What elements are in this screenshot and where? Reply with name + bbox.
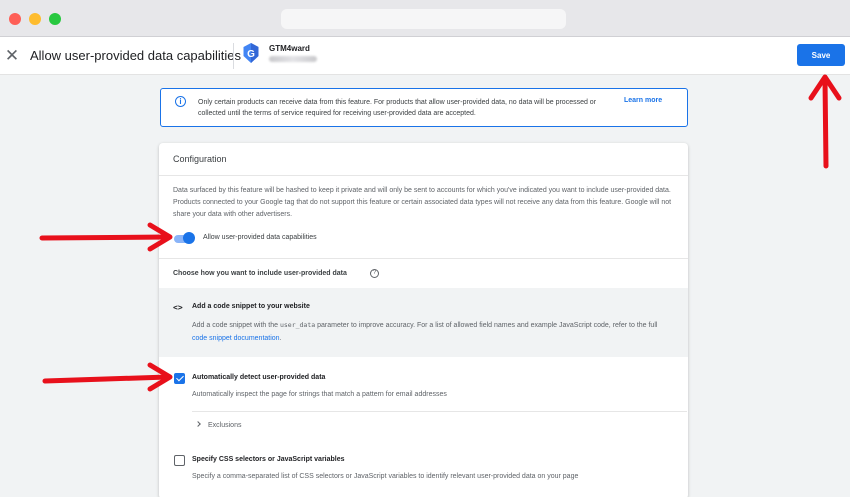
page-title: Allow user-provided data capabilities <box>30 48 242 63</box>
css-selectors-description: Specify a comma-separated list of CSS se… <box>192 473 579 480</box>
header-divider <box>233 43 234 69</box>
window-titlebar <box>0 0 850 37</box>
info-banner: i Only certain products can receive data… <box>160 88 688 127</box>
code-snippet-title: Add a code snippet to your website <box>192 303 310 310</box>
account-name: GTM4ward <box>269 44 310 53</box>
save-button[interactable]: Save <box>797 44 845 66</box>
snippet-desc-text: . <box>279 335 282 342</box>
chevron-right-icon <box>195 421 201 427</box>
help-icon[interactable]: ? <box>370 269 379 278</box>
snippet-desc-text: Add a code snippet with the <box>192 322 280 329</box>
configuration-description: Data surfaced by this feature will be ha… <box>173 187 672 218</box>
close-window-button[interactable] <box>9 13 21 25</box>
auto-detect-checkbox[interactable] <box>174 373 185 384</box>
card-title: Configuration <box>173 154 227 164</box>
info-icon: i <box>175 96 186 107</box>
main-content: i Only certain products can receive data… <box>0 75 850 497</box>
svg-text:G: G <box>247 49 255 60</box>
exclusions-expander[interactable]: Exclusions <box>195 421 242 429</box>
code-snippet-doc-link[interactable]: code snippet documentation <box>192 335 280 342</box>
code-icon: <> <box>173 303 183 312</box>
code-snippet-description: Add a code snippet with the user_data pa… <box>192 319 672 345</box>
account-id-redacted <box>269 56 317 62</box>
google-tag-icon: G <box>243 43 259 63</box>
auto-detect-title: Automatically detect user-provided data <box>192 374 326 381</box>
snippet-desc-text: parameter to improve accuracy. For a lis… <box>315 322 658 329</box>
css-selectors-title: Specify CSS selectors or JavaScript vari… <box>192 456 345 463</box>
close-icon[interactable]: ✕ <box>2 46 22 66</box>
divider <box>159 175 688 176</box>
divider <box>159 258 688 259</box>
css-selectors-checkbox[interactable] <box>174 455 185 466</box>
address-bar[interactable] <box>281 9 566 29</box>
code-snippet-option[interactable]: <> Add a code snippet to your website Ad… <box>159 288 688 357</box>
learn-more-link[interactable]: Learn more <box>624 97 662 104</box>
toggle-label: Allow user-provided data capabilities <box>203 234 317 241</box>
toggle-knob <box>183 232 195 244</box>
auto-detect-description: Automatically inspect the page for strin… <box>192 391 447 398</box>
maximize-window-button[interactable] <box>49 13 61 25</box>
configuration-card: Configuration Data surfaced by this feat… <box>159 143 688 497</box>
exclusions-label: Exclusions <box>208 422 242 429</box>
info-banner-text: Only certain products can receive data f… <box>198 99 597 117</box>
app-header: ✕ Allow user-provided data capabilities … <box>0 37 850 75</box>
allow-user-data-toggle[interactable] <box>173 232 195 244</box>
minimize-window-button[interactable] <box>29 13 41 25</box>
user-data-param: user_data <box>279 321 316 329</box>
divider <box>192 411 687 412</box>
choose-method-label: Choose how you want to include user-prov… <box>173 270 347 277</box>
